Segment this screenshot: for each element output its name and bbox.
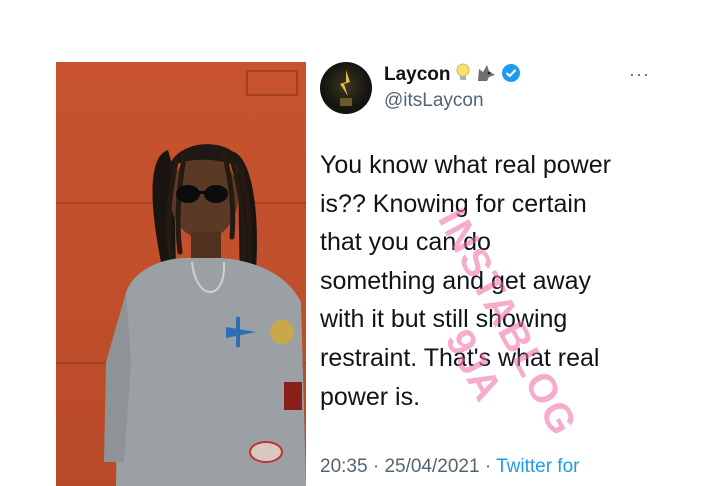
display-name[interactable]: Laycon	[384, 64, 451, 86]
tweet-text-line: restraint. That's what real	[320, 343, 600, 372]
tweet-text: You know what real power is?? Knowing fo…	[320, 146, 640, 416]
tweet-source-link[interactable]: Twitter for	[496, 456, 579, 477]
tweet-text-line: that you can do	[320, 228, 491, 257]
meta-separator: ·	[372, 456, 380, 477]
more-options-icon[interactable]: ···	[629, 64, 650, 85]
tweet-text-line: something and get away	[320, 266, 592, 295]
tweet-meta: 20:35 · 25/04/2021 · Twitter for	[320, 456, 579, 478]
tweet-date[interactable]: 25/04/2021	[384, 456, 479, 477]
tweet-time[interactable]: 20:35	[320, 456, 368, 477]
user-handle[interactable]: @itsLaycon	[384, 90, 484, 112]
person-illustration	[104, 144, 306, 486]
meta-separator: ·	[484, 456, 492, 477]
profile-photo	[56, 62, 306, 486]
tweet-text-line: power is.	[320, 382, 421, 411]
tweet-text-line: You know what real power	[320, 151, 611, 179]
wolf-icon	[475, 63, 497, 88]
lightbulb-icon	[455, 63, 471, 88]
avatar-image	[340, 70, 352, 106]
avatar[interactable]	[320, 62, 372, 114]
author-name-row: Laycon	[384, 62, 521, 88]
tweet-text-line: with it but still showing	[320, 305, 568, 334]
tweet-card: Laycon @itsLaycon ··· You know what real…	[306, 48, 720, 486]
verified-badge-icon	[501, 63, 521, 88]
tweet-text-line: is?? Knowing for certain	[320, 189, 587, 218]
